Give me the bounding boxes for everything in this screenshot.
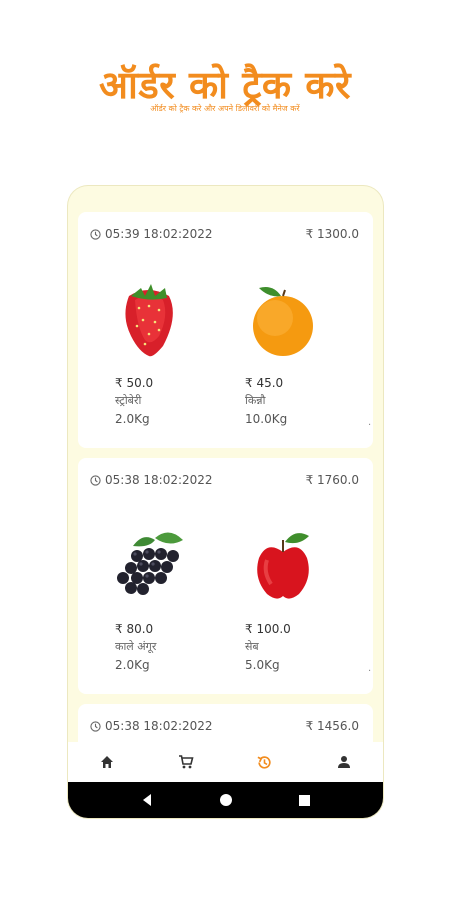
hero-subtitle: ऑर्डर को ट्रैक करे और अपने डिलीवरी को मै… [150, 104, 300, 113]
order-item[interactable]: ₹ 80.0 काले अंगूर 2.0Kg [93, 502, 203, 672]
order-card[interactable]: 05:38 18:02:2022 ₹ 1760.0 ₹ 80.0 काले अं… [78, 458, 373, 694]
clock-icon [90, 474, 101, 486]
home-icon [101, 756, 114, 768]
next-item-peek: · [368, 420, 372, 431]
order-item[interactable]: ₹ 45.0 किन्नौ 10.0Kg [223, 256, 333, 426]
item-price: ₹ 45.0 [245, 376, 284, 390]
order-item[interactable]: ₹ 100.0 सेब 5.0Kg [223, 502, 333, 672]
order-header: 05:39 18:02:2022 ₹ 1300.0 [90, 226, 359, 242]
order-time-text: 05:39 18:02:2022 [105, 227, 213, 241]
strawberry-image [125, 284, 173, 357]
apple-image [257, 533, 309, 599]
history-icon [257, 755, 272, 769]
item-name: किन्नौ [245, 394, 266, 407]
item-quantity: 2.0Kg [115, 658, 150, 672]
item-quantity: 2.0Kg [115, 412, 150, 426]
order-time-text: 05:38 18:02:2022 [105, 719, 213, 733]
clock-icon [90, 720, 101, 732]
order-time: 05:38 18:02:2022 [90, 719, 213, 733]
recents-icon[interactable] [298, 794, 311, 807]
item-price: ₹ 100.0 [245, 622, 291, 636]
order-card[interactable]: 05:39 18:02:2022 ₹ 1300.0 ₹ 50.0 स्ट्रोब… [78, 212, 373, 448]
bottom-nav [68, 742, 383, 782]
nav-cart[interactable] [166, 742, 206, 782]
system-nav-bar [68, 782, 383, 818]
item-name: सेब [245, 640, 259, 653]
order-time: 05:38 18:02:2022 [90, 473, 213, 487]
phone-screen: 05:39 18:02:2022 ₹ 1300.0 ₹ 50.0 स्ट्रोब… [68, 186, 383, 818]
orange-image [253, 287, 313, 356]
item-name: स्ट्रोबेरी [115, 394, 142, 407]
nav-home[interactable] [87, 742, 127, 782]
order-total: ₹ 1760.0 [305, 473, 359, 487]
nav-profile[interactable] [324, 742, 364, 782]
profile-icon [337, 756, 350, 768]
order-item[interactable]: ₹ 50.0 स्ट्रोबेरी 2.0Kg [93, 256, 203, 426]
item-price: ₹ 50.0 [115, 376, 154, 390]
order-total: ₹ 1456.0 [305, 719, 359, 733]
item-name: काले अंगूर [115, 640, 157, 653]
order-time-text: 05:38 18:02:2022 [105, 473, 213, 487]
next-item-peek: · [368, 666, 372, 677]
home-circle-icon[interactable] [219, 793, 233, 807]
nav-history[interactable] [245, 742, 285, 782]
grapes-image [117, 532, 183, 595]
order-total: ₹ 1300.0 [305, 227, 359, 241]
clock-icon [90, 228, 101, 240]
item-quantity: 5.0Kg [245, 658, 280, 672]
item-quantity: 10.0Kg [245, 412, 288, 426]
order-header: 05:38 18:02:2022 ₹ 1760.0 [90, 472, 359, 488]
order-header: 05:38 18:02:2022 ₹ 1456.0 [90, 718, 359, 734]
back-icon[interactable] [140, 793, 154, 807]
cart-icon [179, 755, 194, 769]
order-time: 05:39 18:02:2022 [90, 227, 213, 241]
item-price: ₹ 80.0 [115, 622, 154, 636]
